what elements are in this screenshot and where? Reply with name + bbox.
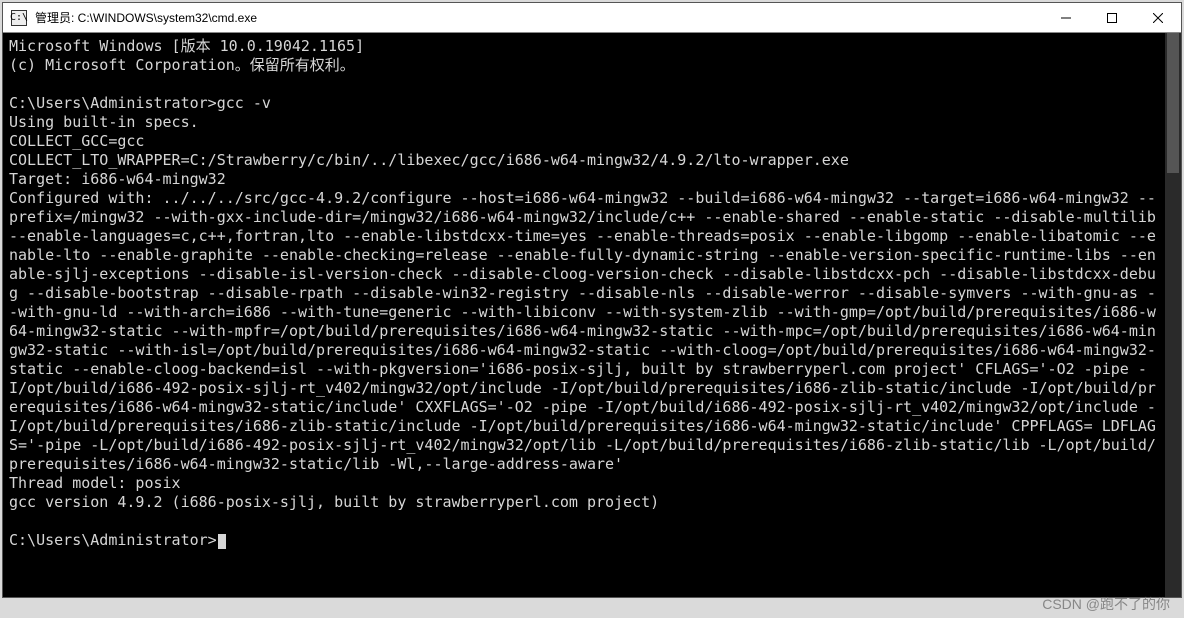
cmd-window: C:\ 管理员: C:\WINDOWS\system32\cmd.exe Mic… [2,2,1182,598]
close-button[interactable] [1135,3,1181,32]
prompt-line: C:\Users\Administrator> [9,531,217,549]
watermark-text: CSDN @跑不了的你 [1042,594,1170,614]
output-line: Microsoft Windows [版本 10.0.19042.1165] [9,37,364,55]
maximize-button[interactable] [1089,3,1135,32]
output-line: COLLECT_LTO_WRAPPER=C:/Strawberry/c/bin/… [9,151,849,169]
cursor-icon [218,534,226,549]
output-line: Configured with: ../../../src/gcc-4.9.2/… [9,189,1165,473]
cmd-icon: C:\ [11,10,27,26]
output-line: Target: i686-w64-mingw32 [9,170,226,188]
terminal-area: Microsoft Windows [版本 10.0.19042.1165] (… [3,33,1181,597]
titlebar[interactable]: C:\ 管理员: C:\WINDOWS\system32\cmd.exe [3,3,1181,33]
output-line: COLLECT_GCC=gcc [9,132,144,150]
prompt-line: C:\Users\Administrator>gcc -v [9,94,271,112]
output-line: Using built-in specs. [9,113,199,131]
terminal-output[interactable]: Microsoft Windows [版本 10.0.19042.1165] (… [3,33,1165,597]
vertical-scrollbar[interactable] [1165,33,1181,597]
output-line: Thread model: posix [9,474,181,492]
window-controls [1043,3,1181,32]
output-line: (c) Microsoft Corporation。保留所有权利。 [9,56,355,74]
output-line: gcc version 4.9.2 (i686-posix-sjlj, buil… [9,493,659,511]
window-title: 管理员: C:\WINDOWS\system32\cmd.exe [35,9,1043,26]
minimize-button[interactable] [1043,3,1089,32]
scrollbar-thumb[interactable] [1167,33,1179,173]
